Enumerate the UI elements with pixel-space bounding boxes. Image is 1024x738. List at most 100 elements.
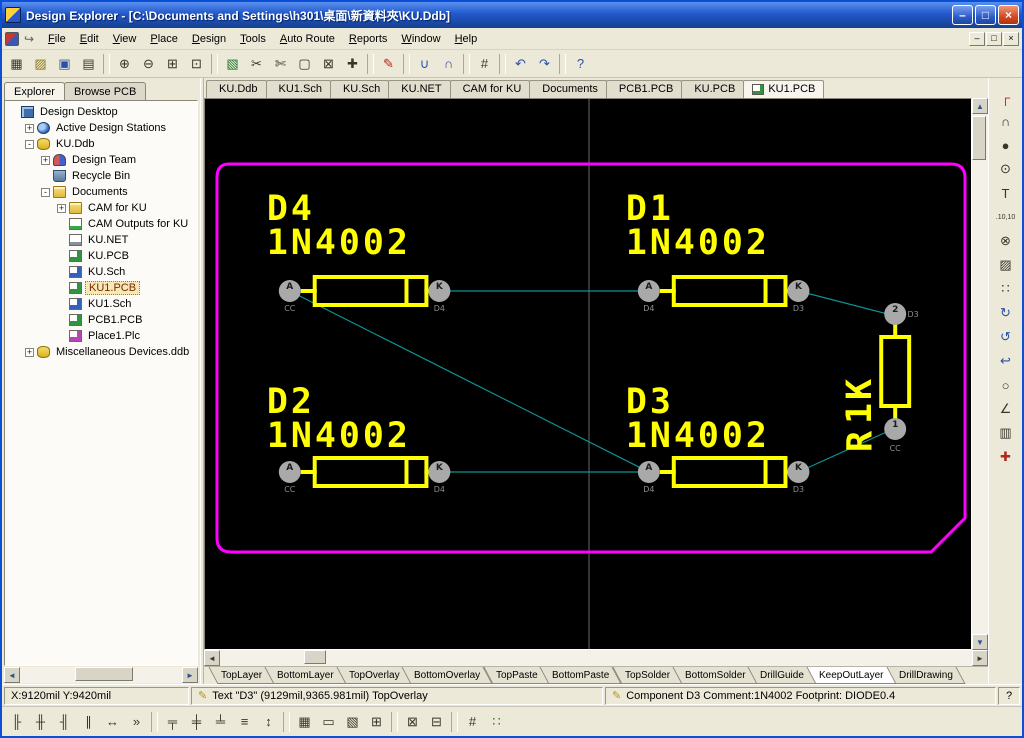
tree-item[interactable]: - KU.Ddb [5,136,197,152]
tree-item[interactable]: KU1.PCB [5,280,197,296]
distribute-horizontal-icon[interactable]: ∥ [77,711,100,733]
slope-tool-icon[interactable]: ∠ [994,398,1018,420]
menu-item[interactable]: File [41,30,73,48]
expand-toggle[interactable]: - [41,188,50,197]
scroll-thumb[interactable] [304,650,326,664]
menu-item[interactable]: Place [143,30,185,48]
menu-item[interactable]: Tools [233,30,273,48]
document-tab[interactable]: KU.PCB [681,80,744,98]
tab-explorer[interactable]: Explorer [4,82,65,100]
tree-item[interactable]: KU.PCB [5,248,197,264]
tree-item[interactable]: + Miscellaneous Devices.ddb [5,344,197,360]
help-icon[interactable]: ? [569,53,592,75]
board-preview-icon[interactable]: ▧ [221,53,244,75]
expand-toggle[interactable]: + [25,348,34,357]
snap-to-grid-icon[interactable]: # [461,711,484,733]
unlock-component-icon[interactable]: ⊟ [425,711,448,733]
menu-item[interactable]: Reports [342,30,395,48]
coordinate-tool-icon[interactable]: ⊗ [994,230,1018,252]
tree-item[interactable]: + Design Team [5,152,197,168]
move-to-grid-icon[interactable]: ⊞ [365,711,388,733]
layer-tab[interactable]: TopPaste [483,667,550,684]
via-tool-icon[interactable]: ● [994,134,1018,156]
minimize-button[interactable]: – [952,5,973,25]
document-tab[interactable]: KU1.PCB [743,80,824,98]
layer-tab[interactable]: KeepOutLayer [807,667,897,684]
text-tool-icon[interactable]: T [994,182,1018,204]
tree-item[interactable]: Place1.Plc [5,328,197,344]
expand-toggle[interactable]: - [25,140,34,149]
close-button[interactable]: × [998,5,1019,25]
rotate-cw-icon[interactable]: ↻ [994,302,1018,324]
align-right-icon[interactable]: ╢ [53,711,76,733]
zoom-point-icon[interactable]: ⊡ [185,53,208,75]
undo-icon[interactable]: ↶ [509,53,532,75]
open-document-icon[interactable]: ▨ [29,53,52,75]
expand-toggle[interactable]: + [25,124,34,133]
wire-pencil-icon[interactable]: ✎ [377,53,400,75]
lock-component-icon[interactable]: ⊠ [401,711,424,733]
zoom-in-icon[interactable]: ⊕ [113,53,136,75]
clear-region-icon[interactable]: ⊠ [317,53,340,75]
zoom-area-icon[interactable]: ⊞ [161,53,184,75]
arc-quarter-icon[interactable]: ○ [994,374,1018,396]
layer-tab[interactable]: BottomLayer [265,667,347,684]
scroll-left-icon[interactable]: ◄ [4,667,20,683]
ref-label[interactable]: R [840,428,880,452]
canvas-horizontal-scrollbar[interactable]: ◄ ► [204,650,988,666]
paste-region-icon[interactable]: ▢ [293,53,316,75]
drc-shield-on-icon[interactable]: ∪ [413,53,436,75]
align-left-icon[interactable]: ╟ [5,711,28,733]
tree-item[interactable]: - Documents [5,184,197,200]
menu-item[interactable]: Auto Route [273,30,342,48]
tree-item[interactable]: CAM Outputs for KU [5,216,197,232]
menu-item[interactable]: Help [448,30,485,48]
arrange-outside-board-icon[interactable]: ▧ [341,711,364,733]
pad-tool-icon[interactable]: ⊙ [994,158,1018,180]
align-center-horizontal-icon[interactable]: ╫ [29,711,52,733]
print-icon[interactable]: ▤ [77,53,100,75]
document-tab[interactable]: KU.Ddb [206,80,267,98]
fill-tool-icon[interactable]: ▨ [994,254,1018,276]
document-tab[interactable]: KU1.Sch [266,80,331,98]
scroll-down-icon[interactable]: ▼ [972,634,988,650]
cut-icon[interactable]: ✂ [245,53,268,75]
document-icon[interactable] [5,32,19,46]
value-label[interactable]: 1N4002 [626,416,770,456]
distribute-vertical-icon[interactable]: ≡ [233,711,256,733]
tree-item[interactable]: KU.NET [5,232,197,248]
layer-tab[interactable]: BottomSolder [672,667,758,684]
zoom-out-icon[interactable]: ⊖ [137,53,160,75]
array-tool-icon[interactable]: ∷ [994,278,1018,300]
align-middle-icon[interactable]: ╪ [185,711,208,733]
value-label[interactable]: 1K [840,376,880,424]
arrange-within-rectangle-icon[interactable]: ▭ [317,711,340,733]
document-tab[interactable]: KU.Sch [330,80,389,98]
redo-icon[interactable]: ↷ [533,53,556,75]
value-label[interactable]: 1N4002 [267,416,411,456]
scroll-left-icon[interactable]: ◄ [204,650,220,666]
menu-item[interactable]: Edit [73,30,106,48]
document-tab[interactable]: KU.NET [388,80,450,98]
rotate-180-icon[interactable]: ↩ [994,350,1018,372]
tree-item[interactable]: KU.Sch [5,264,197,280]
align-top-icon[interactable]: ╤ [161,711,184,733]
scroll-right-icon[interactable]: ► [972,650,988,666]
tree-item[interactable]: Design Desktop [5,104,197,120]
pcb-canvas[interactable]: D4 1N4002 A CC K D4 [204,98,972,650]
align-bottom-icon[interactable]: ╧ [209,711,232,733]
value-label[interactable]: 1N4002 [267,223,411,263]
expand-toggle[interactable]: + [57,204,66,213]
document-tab[interactable]: CAM for KU [450,80,531,98]
value-label[interactable]: 1N4002 [626,223,770,263]
mdi-minimize-button[interactable]: – [969,32,985,46]
scroll-up-icon[interactable]: ▲ [972,98,988,114]
room-tool-icon[interactable]: ▥ [994,422,1018,444]
knife-icon[interactable]: ✄ [269,53,292,75]
rotate-ccw-icon[interactable]: ↺ [994,326,1018,348]
grid-icon[interactable]: # [473,53,496,75]
menu-item[interactable]: View [106,30,144,48]
save-icon[interactable]: ▣ [53,53,76,75]
move-region-icon[interactable]: ✚ [341,53,364,75]
tree-item[interactable]: KU1.Sch [5,296,197,312]
